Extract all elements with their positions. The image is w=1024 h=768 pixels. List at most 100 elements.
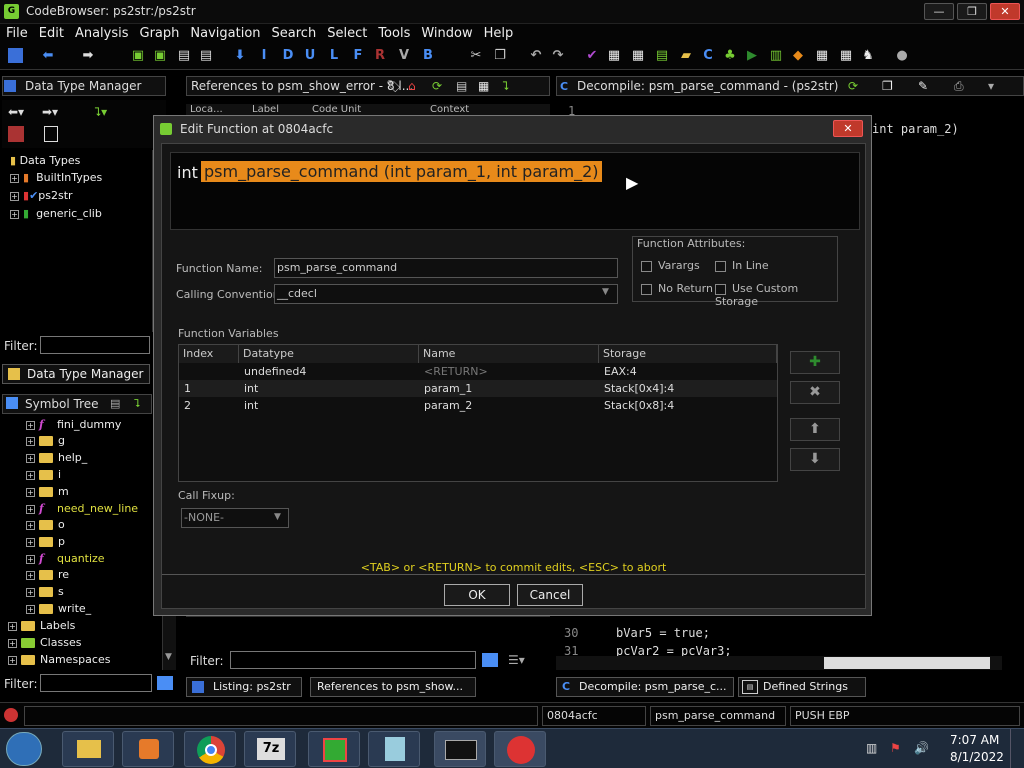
move-up-button[interactable]: ⬆ [790, 418, 840, 441]
expand-icon[interactable]: + [26, 420, 35, 430]
table-icon[interactable]: ▦ [814, 48, 830, 64]
no-return-checkbox[interactable]: No Return [641, 282, 713, 295]
tree-row-quantize[interactable]: + f quantize [26, 550, 105, 567]
copy-icon[interactable]: ▦ [478, 79, 489, 93]
tab-references[interactable]: References to psm_show... [310, 677, 476, 697]
tray-flag-icon[interactable]: ⚑ [890, 741, 901, 755]
show-desktop-button[interactable] [1010, 729, 1024, 768]
check-icon[interactable]: ✔ [584, 48, 600, 64]
chevron-down-icon[interactable]: ▼ [274, 512, 281, 522]
tray-volume-icon[interactable]: 🔊 [914, 741, 929, 755]
clear-icon[interactable]: ✂ [468, 48, 484, 64]
down-arrow-icon[interactable]: ⬇ [232, 48, 248, 64]
expand-icon[interactable]: + [26, 504, 35, 514]
decompile-edit-icon[interactable]: ✎ [918, 79, 928, 93]
tree-row-p[interactable]: + p [26, 533, 65, 550]
redo-icon[interactable]: ↷ [550, 48, 566, 64]
expand-icon[interactable]: + [26, 604, 35, 614]
cancel-button[interactable]: Cancel [517, 584, 583, 606]
dtm-new-icon[interactable] [44, 126, 58, 142]
home-icon[interactable]: ⌂ [408, 79, 416, 93]
call-fixup-select[interactable]: -NONE- [181, 508, 289, 528]
expand-icon[interactable]: + [10, 209, 19, 219]
tree-row-re[interactable]: + re [26, 566, 69, 583]
dtm-filter-input[interactable] [40, 336, 150, 354]
select-icon[interactable]: ▤ [198, 48, 214, 64]
toolbar-letter-v[interactable]: V [396, 48, 412, 64]
toolbar-letter-f[interactable]: F [350, 48, 366, 64]
symtree-navigate-icon[interactable]: ⮧ [134, 397, 141, 411]
tree-icon[interactable]: ♣ [722, 48, 738, 64]
tree-row-data-types[interactable]: ▮ Data Types [10, 152, 80, 169]
expand-icon[interactable]: + [26, 453, 35, 463]
symtree-filter-input[interactable] [40, 674, 152, 692]
save-icon[interactable] [8, 48, 23, 63]
tree-row-builtintypes[interactable]: + ▮ BuiltInTypes [10, 169, 102, 186]
decompile-options-icon[interactable]: ▾ [988, 79, 994, 93]
decompile-hscrollbar[interactable] [556, 656, 1002, 670]
tree-row-o[interactable]: + o [26, 516, 65, 533]
expand-icon[interactable]: + [8, 638, 17, 648]
table-row[interactable]: undefined4 <RETURN> EAX:4 [179, 363, 777, 380]
expand-icon[interactable]: + [26, 470, 35, 480]
taskbar-ghidra[interactable] [494, 731, 546, 767]
col-datatype[interactable]: Datatype [239, 345, 419, 363]
toolbar-letter-u[interactable]: U [302, 48, 318, 64]
tree-row-write[interactable]: + write_ [26, 600, 91, 617]
tree-row-need-new-line[interactable]: + f need_new_line [26, 500, 138, 517]
expand-icon[interactable]: + [26, 537, 35, 547]
remove-variable-button[interactable]: ✖ [790, 381, 840, 404]
function-graph-icon[interactable]: C [700, 48, 716, 64]
tree-row-help[interactable]: + help_ [26, 449, 87, 466]
col-storage[interactable]: Storage [599, 345, 777, 363]
calling-convention-select[interactable]: __cdecl [274, 284, 618, 304]
tree-row-m[interactable]: + m [26, 483, 69, 500]
refresh-icon[interactable]: ⟳ [432, 79, 442, 93]
expand-icon[interactable]: + [26, 436, 35, 446]
col-context[interactable]: Context [430, 104, 469, 115]
list-icon[interactable]: ▤ [456, 79, 467, 93]
copy-icon[interactable]: ❐ [492, 48, 508, 64]
col-location[interactable]: Loca... [190, 104, 223, 115]
undo-icon[interactable]: ↶ [528, 48, 544, 64]
navigate-icon[interactable]: ▣ [130, 48, 146, 64]
expand-icon[interactable]: + [8, 655, 17, 665]
menu-help[interactable]: Help [478, 24, 519, 41]
function-name-input[interactable]: psm_parse_command [274, 258, 618, 278]
bytes-icon[interactable]: ▦ [838, 48, 854, 64]
diamond-icon[interactable]: ◆ [790, 48, 806, 64]
custom-storage-checkbox[interactable]: Use Custom Storage [715, 282, 837, 308]
navigate-icon[interactable]: ⮧ [502, 79, 509, 94]
navigate2-icon[interactable]: ▣ [152, 48, 168, 64]
filter-settings-icon[interactable]: ☰▾ [508, 653, 525, 667]
menu-search[interactable]: Search [266, 24, 322, 41]
dtm-back-icon[interactable]: ⬅▾ [8, 105, 24, 119]
menu-tools[interactable]: Tools [372, 24, 415, 41]
dtm-forward-icon[interactable]: ➡▾ [42, 105, 58, 119]
chevron-down-icon[interactable]: ▼ [602, 287, 609, 297]
col-code-unit[interactable]: Code Unit [312, 104, 361, 115]
varargs-checkbox[interactable]: Varargs [641, 259, 700, 272]
menu-window[interactable]: Window [415, 24, 477, 41]
folder-icon[interactable]: ▰ [678, 48, 694, 64]
move-down-button[interactable]: ⬇ [790, 448, 840, 471]
expand-icon[interactable]: + [26, 487, 35, 497]
expand-icon[interactable]: + [8, 621, 17, 631]
dialog-close-button[interactable]: ✕ [833, 120, 863, 137]
listing-icon[interactable]: ▤ [654, 48, 670, 64]
expand-icon[interactable]: + [10, 191, 19, 201]
toolbar-letter-r[interactable]: R [372, 48, 388, 64]
tree-row-s[interactable]: + s [26, 583, 64, 600]
dtm-tab[interactable]: Data Type Manager [2, 364, 150, 384]
tab-decompile[interactable]: Decompile: psm_parse_c... [556, 677, 734, 697]
tray-network-icon[interactable]: ▥ [866, 741, 877, 755]
tree-row-labels[interactable]: + Labels [8, 617, 75, 634]
tag-icon[interactable]: 🏷 [386, 79, 401, 93]
menu-analysis[interactable]: Analysis [69, 24, 134, 41]
taskbar-terminal[interactable] [434, 731, 486, 767]
col-name[interactable]: Name [419, 345, 599, 363]
run-icon[interactable]: ▶ [744, 48, 760, 64]
toolbar-letter-i[interactable]: I [256, 48, 272, 64]
script-icon[interactable]: ▥ [768, 48, 784, 64]
bookmark-icon[interactable]: ▤ [176, 48, 192, 64]
